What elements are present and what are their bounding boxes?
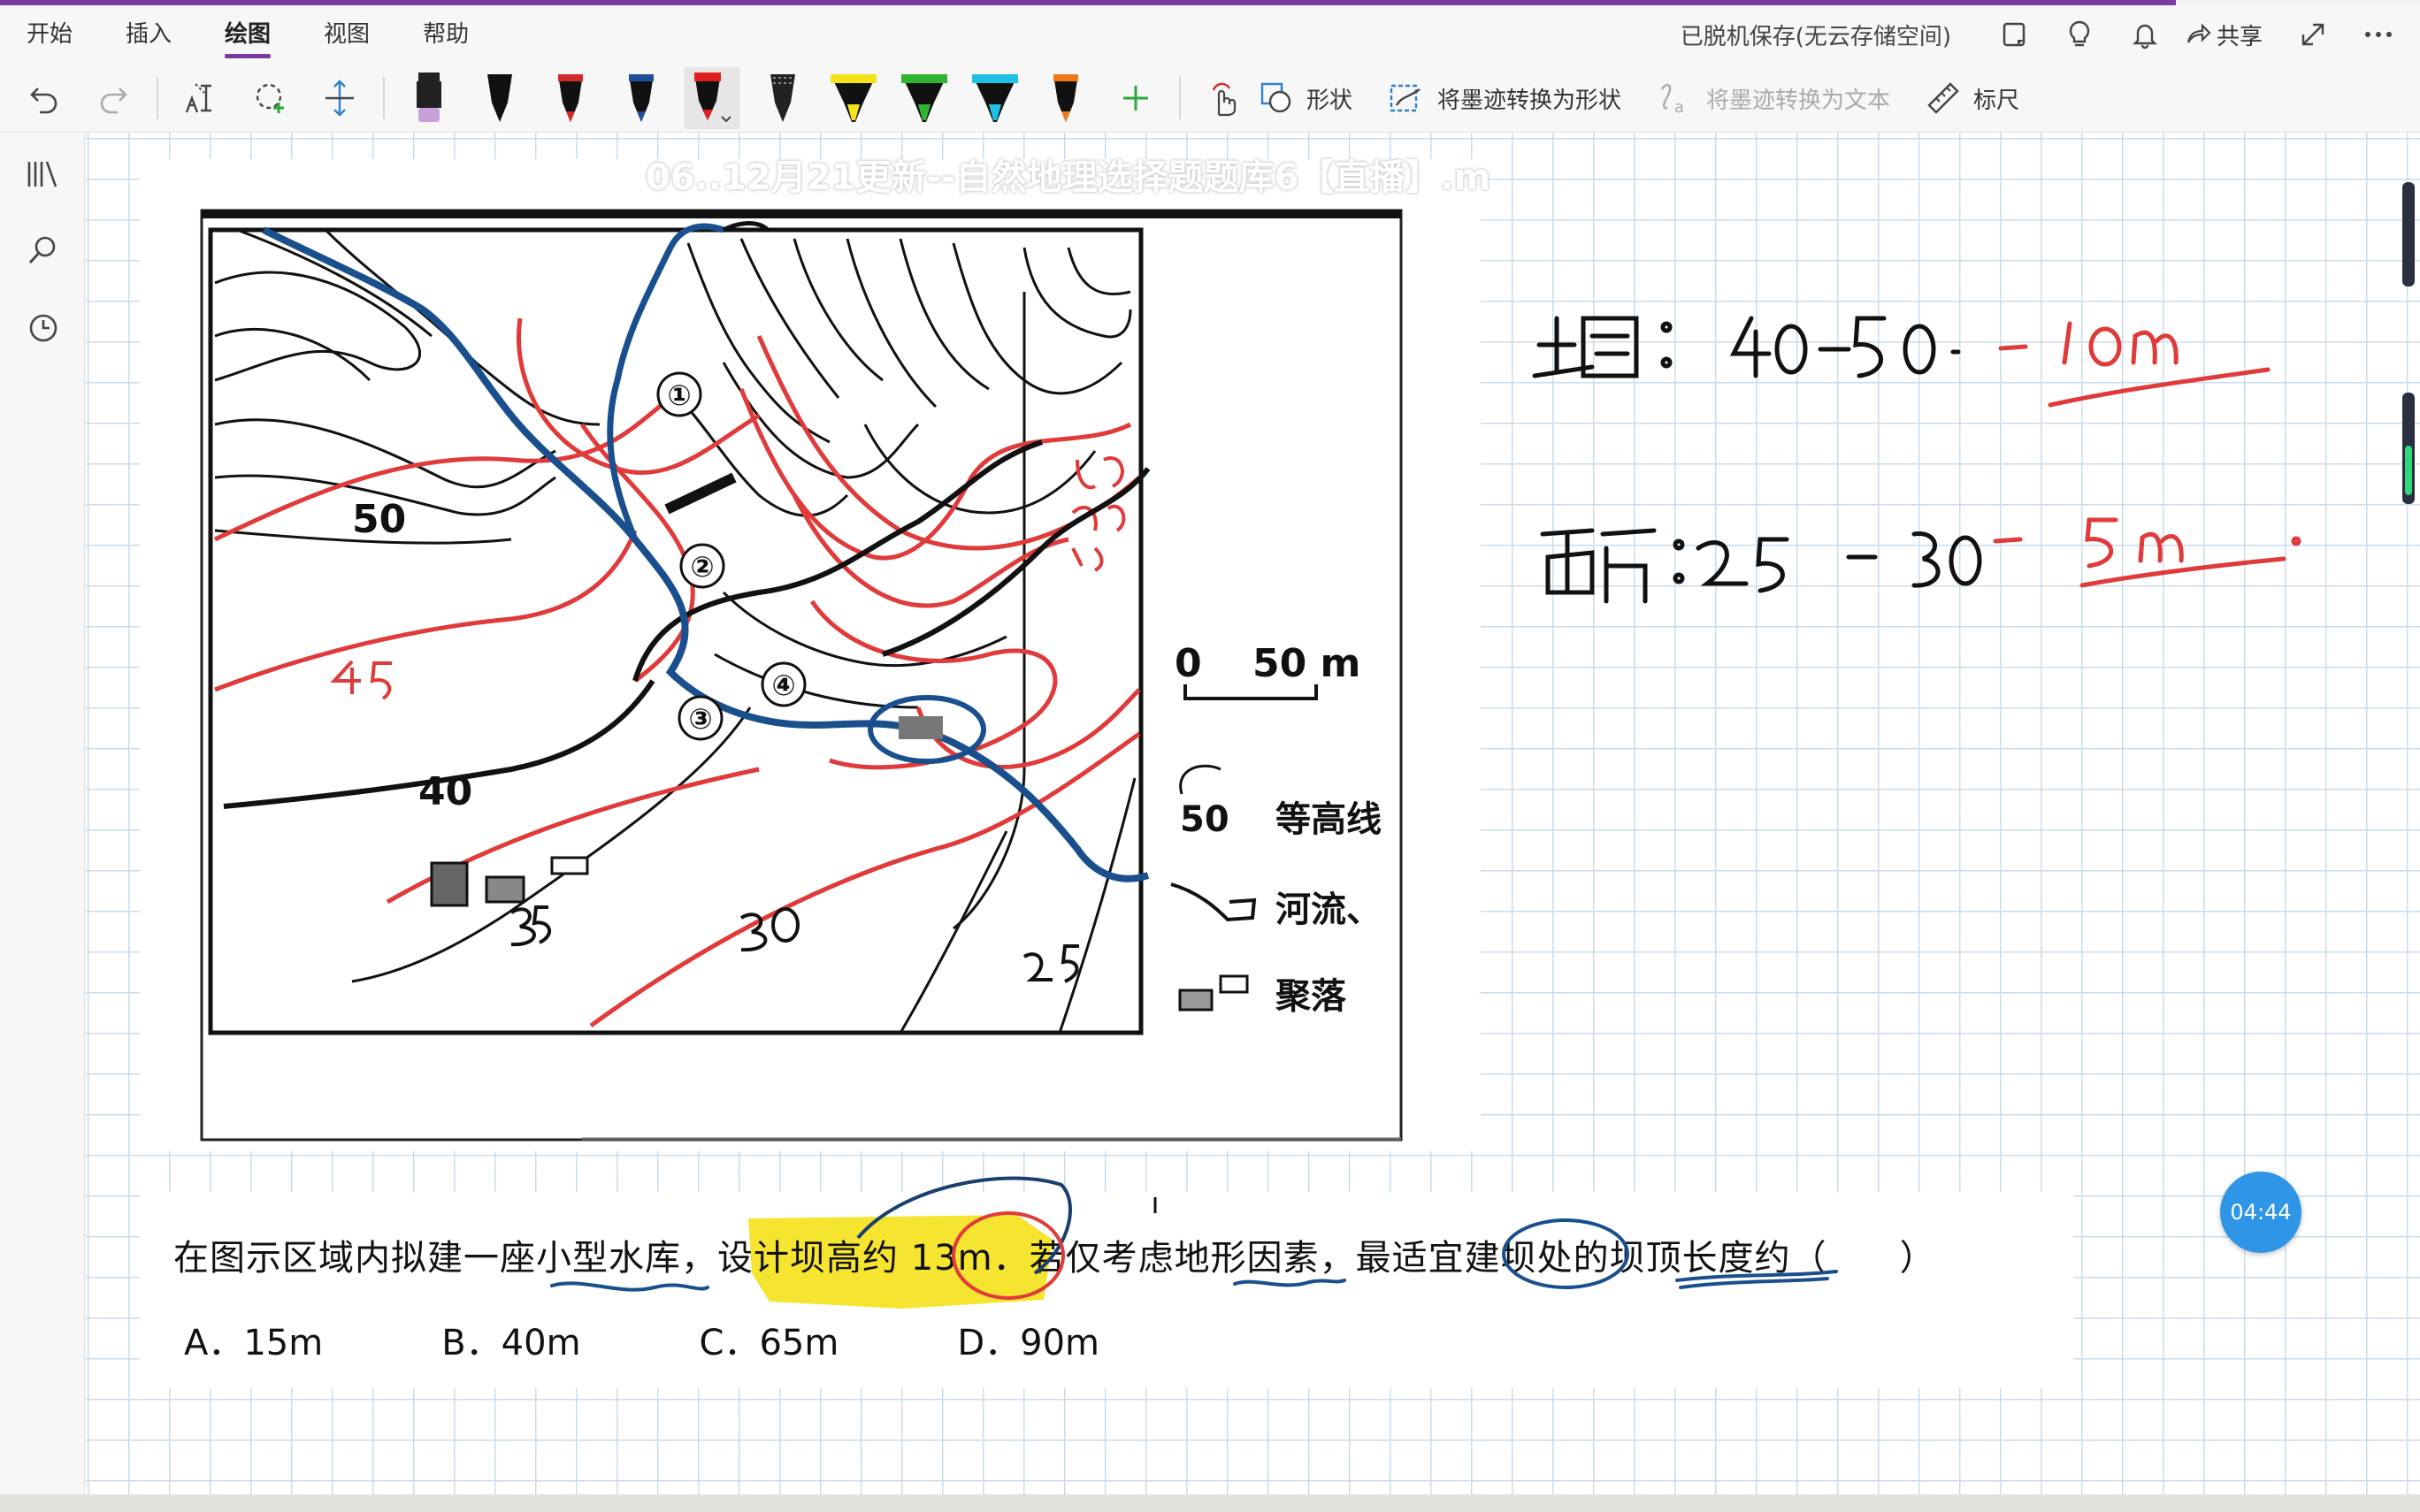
map-image: 50 40 ① ② ③ ④ 0 50 m 50 等高线 河流、 聚落 <box>140 159 1481 1151</box>
recording-timer[interactable]: 04:44 <box>2220 1172 2301 1253</box>
touch-draw-icon[interactable] <box>1198 72 1251 125</box>
more-icon[interactable] <box>2360 16 2397 53</box>
bell-icon[interactable] <box>2126 16 2163 53</box>
scroll-indicator-top[interactable] <box>2402 182 2415 286</box>
image-title-watermark: 06..12月21更新--自然地理选择题题库6【直播】.m <box>646 157 1491 198</box>
pen-dark-blue[interactable] <box>613 67 670 129</box>
scale-label: 50 m <box>1252 641 1360 686</box>
recent-clock-icon[interactable] <box>23 308 64 348</box>
ink-to-text-button[interactable]: a 将墨迹转换为文本 <box>1657 72 1890 125</box>
type-select-icon[interactable] <box>175 72 228 125</box>
undo-icon[interactable] <box>18 72 71 125</box>
option-b: B．40m <box>441 1323 581 1363</box>
ruler-icon <box>1927 82 1959 114</box>
highlighter-green[interactable] <box>896 67 953 129</box>
highlighter-cyan[interactable] <box>967 67 1023 129</box>
lasso-select-icon[interactable] <box>244 72 297 125</box>
scale-zero: 0 <box>1175 641 1202 686</box>
option-c: C．65m <box>699 1323 839 1363</box>
pen-orange[interactable] <box>1038 67 1094 129</box>
pen-black[interactable] <box>471 67 528 129</box>
notebooks-icon[interactable] <box>23 154 64 195</box>
save-status-text: 已脱机保存(无云存储空间) <box>1680 23 1951 50</box>
legend-contour-sample: 50 <box>1180 799 1229 840</box>
legend-settlement-label: 聚落 <box>1275 976 1347 1017</box>
pen-purple-highlighter[interactable] <box>401 67 457 129</box>
svg-text:50: 50 <box>352 497 406 542</box>
point-3: ③ <box>688 702 712 736</box>
share-button[interactable]: 共享 <box>2185 19 2263 51</box>
pen-red[interactable] <box>542 67 599 129</box>
tab-insert[interactable]: 插入 <box>99 5 198 64</box>
shapes-button[interactable]: 形状 <box>1259 72 1352 125</box>
share-label: 共享 <box>2216 23 2263 50</box>
tab-home[interactable]: 开始 <box>0 5 99 64</box>
ink-to-shape-button[interactable]: 将墨迹转换为形状 <box>1388 72 1621 125</box>
share-icon <box>2186 23 2211 43</box>
title-status-area: 已脱机保存(无云存储空间) 共享 <box>1681 5 2420 64</box>
point-1: ① <box>667 378 691 412</box>
question-text: 在图示区域内拟建一座小型水库，设计坝高约 13m．若仅考虑地形因素，最适宜建坝处… <box>173 1238 1936 1279</box>
tab-help[interactable]: 帮助 <box>396 5 495 64</box>
legend-river-label: 河流、 <box>1275 890 1382 930</box>
point-4: ④ <box>771 668 795 702</box>
toolbar-separator <box>1179 77 1181 119</box>
redo-icon[interactable] <box>87 72 140 125</box>
point-2: ② <box>690 550 714 584</box>
toolbar-separator <box>383 77 385 119</box>
ribbon-tabs: 开始 插入 绘图 视图 帮助 <box>0 5 495 64</box>
tab-draw[interactable]: 绘图 <box>198 5 297 64</box>
ink-to-shape-icon <box>1390 84 1421 112</box>
pen-red-selected[interactable] <box>684 67 740 129</box>
shapes-label: 形状 <box>1306 87 1353 114</box>
lightbulb-icon[interactable] <box>2061 16 2098 53</box>
ink-to-text-icon: a <box>1660 83 1684 116</box>
ruler-button[interactable]: 标尺 <box>1926 72 2019 125</box>
legend-contour-label: 等高线 <box>1275 799 1382 840</box>
ink-to-shape-label: 将墨迹转换为形状 <box>1437 87 1622 114</box>
ruler-label: 标尺 <box>1973 87 2020 114</box>
answer-options: A．15m B．40m C．65m D．90m <box>184 1314 1218 1365</box>
fullscreen-icon[interactable] <box>2294 16 2332 53</box>
option-d: D．90m <box>957 1323 1100 1363</box>
pen-black-pattern[interactable] <box>754 67 811 129</box>
taskbar-edge <box>0 1494 2420 1512</box>
shapes-icon <box>1260 82 1291 113</box>
toolbar-separator <box>157 77 158 119</box>
draw-toolbar: 形状 将墨迹转换为形状 a 将墨迹转换为文本 标尺 <box>0 64 2420 133</box>
left-nav-bar <box>0 133 85 1494</box>
search-icon[interactable] <box>23 230 64 271</box>
add-pen-icon[interactable] <box>1109 72 1162 125</box>
tab-view[interactable]: 视图 <box>297 5 396 64</box>
add-space-icon[interactable] <box>313 72 366 125</box>
svg-text:a: a <box>1674 98 1684 116</box>
page-view-icon[interactable] <box>1995 16 2033 53</box>
highlighter-yellow[interactable] <box>825 67 882 129</box>
scroll-indicator-green[interactable] <box>2402 393 2415 504</box>
ink-to-text-label: 将墨迹转换为文本 <box>1706 87 1891 114</box>
option-a: A．15m <box>184 1323 324 1363</box>
svg-text:40: 40 <box>418 769 472 814</box>
